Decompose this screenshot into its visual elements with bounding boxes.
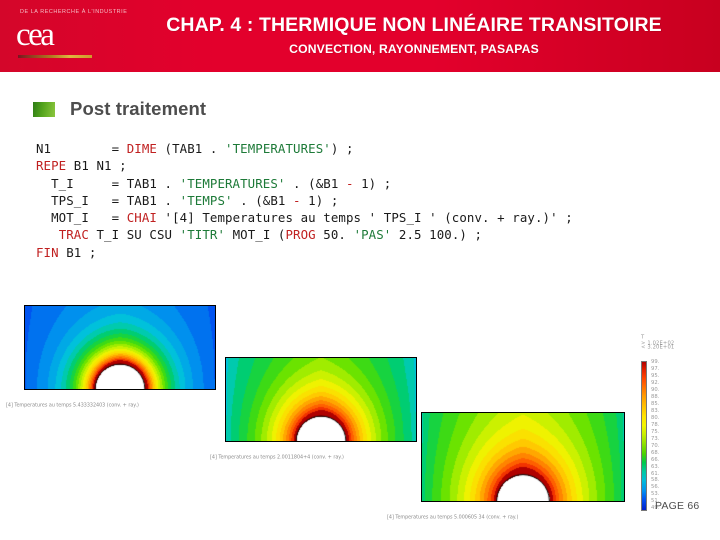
colorbar-tick-list: 99. 97. 95. 92. 90. 88. 85. 83. 80. 78. 75. 73. 70. 6…	[651, 358, 660, 511]
code-token: 1) ;	[353, 175, 392, 191]
colorbar-tick: 97.	[651, 365, 660, 372]
figure-1: [4] Temperatures au temps 5.433332403 (c…	[6, 305, 216, 408]
colorbar-tick: 66.	[651, 456, 660, 463]
colorbar-tick: 83.	[651, 407, 660, 414]
code-token: MOT_I =	[36, 210, 127, 226]
code-token: -	[345, 175, 354, 191]
colorbar-tick: 68.	[651, 449, 660, 456]
colorbar-tick: 80.	[651, 414, 660, 421]
page-subtitle: CONVECTION, RAYONNEMENT, PASAPAS	[289, 42, 539, 56]
page-title: CHAP. 4 : THERMIQUE NON LINÉAIRE TRANSIT…	[166, 14, 662, 36]
code-token: DIME	[126, 141, 157, 156]
green-square-bullet-icon	[33, 101, 55, 117]
colorbar-legend: T > 1.02E+02 < 3.20E+01 99. 97. 95. 92. 90. 8…	[641, 334, 711, 511]
code-token: TPS_I = TAB1 .	[36, 192, 180, 208]
colorbar-tick: 78.	[651, 421, 660, 428]
code-token: 'TEMPS'	[179, 192, 233, 208]
code-token: PROG	[285, 227, 316, 243]
colorbar-tick: 90.	[651, 386, 660, 393]
code-token: ) ;	[330, 141, 354, 156]
section-heading: Post traitement	[33, 98, 206, 120]
colorbar-tick: 85.	[651, 400, 660, 407]
code-token: -	[293, 192, 301, 208]
contour-plot-3	[421, 412, 625, 502]
code-token: CHAI	[126, 210, 157, 226]
code-token: B1 N1 ;	[66, 158, 127, 174]
slide-header: DE LA RECHERCHE À L'INDUSTRIE cea CHAP. …	[0, 0, 720, 72]
code-token: TRAC	[58, 227, 89, 243]
colorbar-body: 99. 97. 95. 92. 90. 88. 85. 83. 80. 78. 75. 73. 70. 6…	[641, 358, 660, 511]
contour-canvas	[226, 358, 416, 441]
legend-range-min: < 3.20E+01	[641, 344, 675, 350]
contour-canvas	[422, 413, 624, 501]
code-token: B1 ;	[58, 244, 97, 260]
code-block: N1 = DIME (TAB1 . 'TEMPERATURES') ; REPE …	[36, 140, 696, 261]
code-line: N1 = DIME (TAB1 . 'TEMPERATURES') ;	[36, 140, 696, 157]
code-token: N1 =	[36, 141, 127, 156]
code-token: 2.5 100.) ;	[391, 227, 483, 243]
code-token: REPE	[36, 158, 67, 174]
colorbar-tick: 95.	[651, 372, 660, 379]
code-token: . (&B1	[232, 192, 294, 208]
code-line: REPE B1 N1 ;	[36, 157, 696, 174]
code-token: '[4] Temperatures au temps ' TPS_I ' (co…	[156, 210, 573, 226]
section-title: Post traitement	[70, 98, 207, 119]
colorbar-tick: 75.	[651, 428, 660, 435]
code-line: T_I = TAB1 . 'TEMPERATURES' . (&B1 - 1) …	[36, 175, 696, 192]
code-token: 'TEMPERATURES'	[225, 141, 331, 156]
contour-canvas	[25, 306, 215, 389]
code-token: T_I SU CSU	[88, 227, 180, 243]
code-line: MOT_I = CHAI '[4] Temperatures au temps …	[36, 209, 696, 226]
figure-3: [4] Temperatures au temps 5.000605 34 (c…	[387, 412, 625, 520]
colorbar-tick: 63.	[651, 463, 660, 470]
colorbar-tick: 70.	[651, 442, 660, 449]
colorbar-tick: 88.	[651, 393, 660, 400]
code-token: FIN	[36, 244, 59, 260]
code-token: 'TITR'	[179, 227, 226, 243]
code-token: 'TEMPERATURES'	[179, 175, 286, 191]
colorbar-tick: 73.	[651, 435, 660, 442]
code-line: FIN B1 ;	[36, 244, 696, 261]
logo-wordmark: cea	[16, 17, 55, 53]
contour-plot-1	[24, 305, 216, 390]
figure-2: [4] Temperatures au temps 2.0011804+4 (c…	[210, 357, 417, 460]
colorbar-tick: 92.	[651, 379, 660, 386]
code-line: TRAC T_I SU CSU 'TITR' MOT_I (PROG 50. '…	[36, 226, 696, 243]
code-token: . (&B1	[285, 175, 346, 191]
header-title-group: CHAP. 4 : THERMIQUE NON LINÉAIRE TRANSIT…	[112, 14, 716, 56]
code-token: 50.	[315, 227, 354, 243]
colorbar-tick: 99.	[651, 358, 660, 365]
logo-underline-bar	[18, 55, 92, 58]
contour-plot-2	[225, 357, 417, 442]
code-token: T_I = TAB1 .	[36, 175, 180, 191]
code-token: (TAB1 .	[156, 141, 226, 156]
page-number: PAGE 66	[655, 500, 700, 512]
code-token: 'PAS'	[353, 227, 392, 243]
figure-3-caption: [4] Temperatures au temps 5.000605 34 (c…	[387, 514, 519, 520]
code-line: TPS_I = TAB1 . 'TEMPS' . (&B1 - 1) ;	[36, 192, 696, 209]
cea-logo: DE LA RECHERCHE À L'INDUSTRIE cea	[8, 6, 127, 66]
colorbar-gradient	[641, 361, 647, 511]
code-token: MOT_I (	[225, 227, 286, 243]
code-token: 1) ;	[300, 192, 339, 208]
